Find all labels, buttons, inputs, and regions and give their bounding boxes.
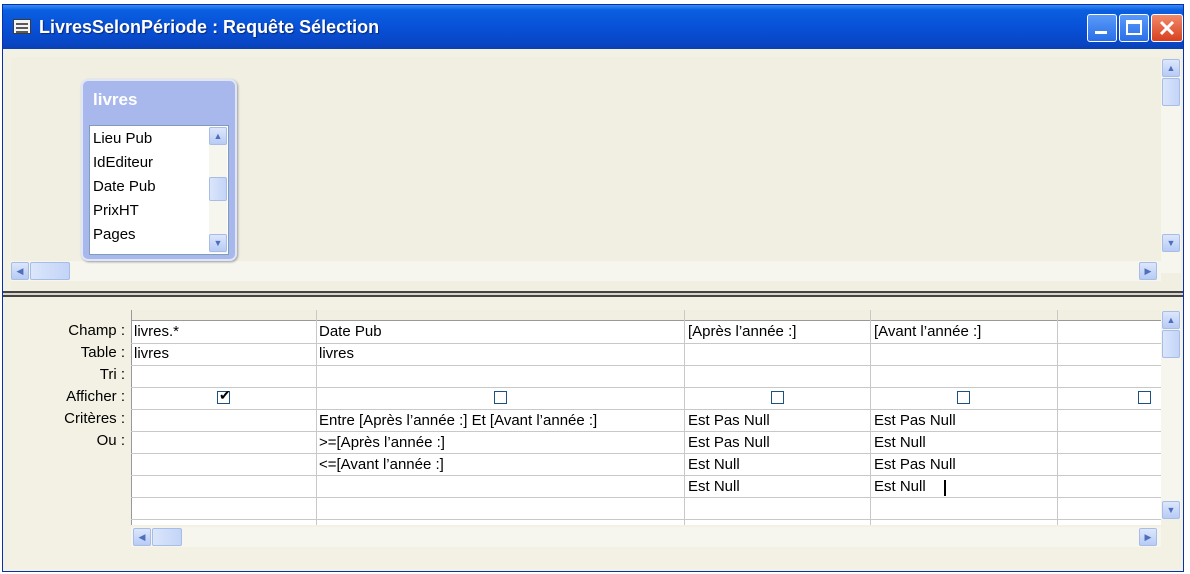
cell-ou[interactable]: Est Pas Null <box>688 434 770 451</box>
field-list-scrollbar[interactable]: ▲ ▼ <box>209 127 227 253</box>
table-name: livres <box>93 90 138 109</box>
minimize-button[interactable] <box>1087 14 1117 42</box>
cell-ou[interactable]: >=[Après l’année :] <box>319 434 445 451</box>
close-icon <box>1159 20 1175 36</box>
scroll-thumb[interactable] <box>1162 330 1180 358</box>
cell-ou[interactable]: Est Null <box>688 478 740 495</box>
scroll-right-button[interactable]: ▶ <box>1139 528 1157 546</box>
show-checkbox[interactable] <box>1138 391 1151 404</box>
field-item[interactable]: Lieu Pub <box>93 130 152 147</box>
scroll-up-icon: ▲ <box>213 131 223 141</box>
grid-horizontal-scrollbar[interactable]: ◀ ▶ <box>131 527 1161 547</box>
row-label-champ: Champ : <box>68 322 125 339</box>
show-checkbox[interactable] <box>771 391 784 404</box>
scroll-right-icon: ▶ <box>1144 266 1152 276</box>
cell-table[interactable]: livres <box>134 345 169 362</box>
scroll-down-icon: ▼ <box>1166 238 1176 248</box>
cell-ou[interactable]: Est Null <box>874 478 926 495</box>
row-label-tri: Tri : <box>99 366 125 383</box>
minimize-icon <box>1095 31 1107 34</box>
table-pane-vertical-scrollbar[interactable]: ▲ ▼ <box>1161 59 1181 273</box>
scroll-thumb[interactable] <box>1162 78 1180 106</box>
scroll-thumb[interactable] <box>209 177 227 201</box>
table-field-list[interactable]: livres Lieu Pub IdEditeur Date Pub PrixH… <box>81 79 237 261</box>
cell-ou[interactable]: Est Pas Null <box>874 456 956 473</box>
maximize-button[interactable] <box>1119 14 1149 42</box>
query-window-icon[interactable] <box>13 19 31 34</box>
scroll-thumb[interactable] <box>30 262 70 280</box>
row-labels: Champ : Table : Tri : Afficher : Critère… <box>3 310 125 530</box>
scroll-down-icon: ▼ <box>213 238 223 248</box>
cell-champ[interactable]: Date Pub <box>319 323 382 340</box>
cell-criteres[interactable]: Est Pas Null <box>688 412 770 429</box>
field-item[interactable]: Pages <box>93 226 136 243</box>
row-label-ou: Ou : <box>96 432 125 449</box>
cell-champ[interactable]: [Après l’année :] <box>688 323 796 340</box>
scroll-up-icon: ▲ <box>1166 63 1176 73</box>
grid-vertical-scrollbar[interactable]: ▲ ▼ <box>1161 311 1181 519</box>
checkmark-icon: ✔ <box>219 387 231 403</box>
cell-ou[interactable]: Est Null <box>874 434 926 451</box>
scroll-up-button[interactable]: ▲ <box>1162 59 1180 77</box>
scroll-left-button[interactable]: ◀ <box>11 262 29 280</box>
maximize-icon <box>1126 20 1142 35</box>
cell-criteres[interactable]: Entre [Après l’année :] Et [Avant l’anné… <box>319 412 597 429</box>
scroll-down-icon: ▼ <box>1166 505 1176 515</box>
scroll-left-icon: ◀ <box>138 532 146 542</box>
field-item[interactable]: IdEditeur <box>93 154 153 171</box>
show-checkbox[interactable] <box>494 391 507 404</box>
scroll-left-button[interactable]: ◀ <box>133 528 151 546</box>
scroll-left-icon: ◀ <box>16 266 24 276</box>
field-item[interactable]: PrixHT <box>93 202 139 219</box>
query-window: LivresSelonPériode : Requête Sélection ▲… <box>2 4 1184 572</box>
cell-criteres[interactable]: Est Pas Null <box>874 412 956 429</box>
title-bar[interactable]: LivresSelonPériode : Requête Sélection <box>3 5 1183 49</box>
window-title: LivresSelonPériode : Requête Sélection <box>39 17 380 37</box>
scroll-up-button[interactable]: ▲ <box>209 127 227 145</box>
cell-ou[interactable]: <=[Avant l’année :] <box>319 456 444 473</box>
cell-champ[interactable]: [Avant l’année :] <box>874 323 981 340</box>
scroll-up-button[interactable]: ▲ <box>1162 311 1180 329</box>
row-label-criteres: Critères : <box>64 410 125 427</box>
show-checkbox[interactable]: ✔ <box>217 387 231 404</box>
scroll-right-button[interactable]: ▶ <box>1139 262 1157 280</box>
field-item[interactable]: Date Pub <box>93 178 156 195</box>
scroll-thumb[interactable] <box>152 528 182 546</box>
pane-splitter[interactable] <box>3 291 1183 297</box>
scroll-down-button[interactable]: ▼ <box>1162 234 1180 252</box>
cell-table[interactable]: livres <box>319 345 354 362</box>
scroll-down-button[interactable]: ▼ <box>1162 501 1180 519</box>
text-caret <box>944 480 946 496</box>
row-label-afficher: Afficher : <box>66 388 125 405</box>
cell-ou[interactable]: Est Null <box>688 456 740 473</box>
scroll-down-button[interactable]: ▼ <box>209 234 227 252</box>
design-grid[interactable]: livres.* livres ✔ Date Pub livres Entre … <box>131 310 1161 525</box>
cell-champ[interactable]: livres.* <box>134 323 179 340</box>
show-checkbox[interactable] <box>957 391 970 404</box>
field-list[interactable]: Lieu Pub IdEditeur Date Pub PrixHT Pages… <box>89 125 229 255</box>
column-selector-bar[interactable] <box>131 310 1161 321</box>
table-pane-horizontal-scrollbar[interactable]: ◀ ▶ <box>11 261 1161 281</box>
row-label-table: Table : <box>80 344 125 361</box>
scroll-up-icon: ▲ <box>1166 315 1176 325</box>
scroll-right-icon: ▶ <box>1144 532 1152 542</box>
close-button[interactable] <box>1151 14 1183 42</box>
